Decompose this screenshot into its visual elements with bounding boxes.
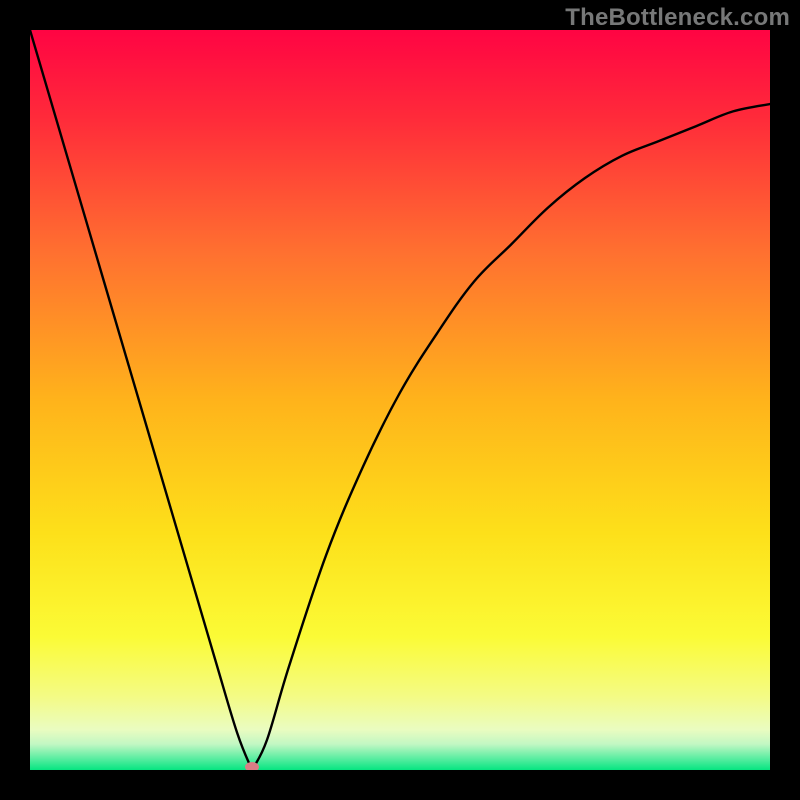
chart-svg [30, 30, 770, 770]
plot-area [30, 30, 770, 770]
chart-frame: TheBottleneck.com [0, 0, 800, 800]
watermark-text: TheBottleneck.com [565, 4, 790, 32]
